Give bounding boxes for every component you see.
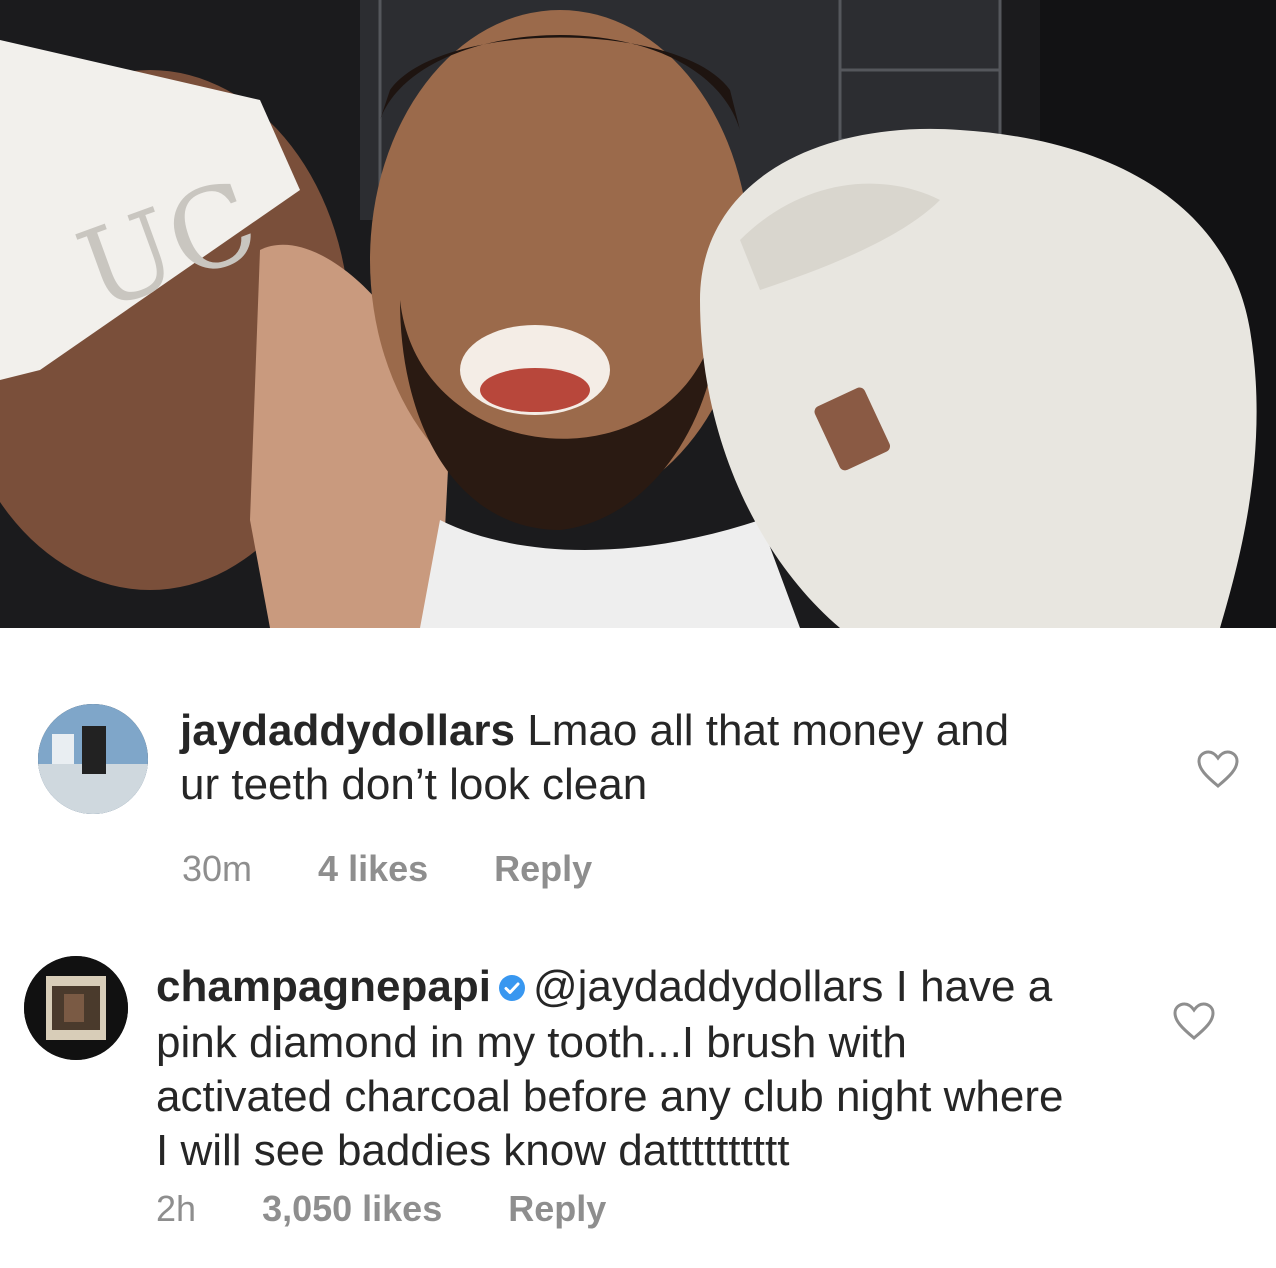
verified-badge-icon <box>497 962 527 1016</box>
comment-body-line: ur teeth don’t look clean <box>180 760 648 809</box>
avatar[interactable] <box>38 704 148 814</box>
comment-likes[interactable]: 4 likes <box>318 848 428 889</box>
comment-likes[interactable]: 3,050 likes <box>262 1188 442 1229</box>
comment-meta: 30m 4 likes Reply <box>182 848 648 890</box>
avatar[interactable] <box>24 956 128 1060</box>
comment-body-line: I will see baddies know datttttttttt <box>156 1126 790 1176</box>
comment-body-line: I have a <box>895 962 1053 1011</box>
comment-time: 30m <box>182 848 253 889</box>
comment-item: champagnepapi @jaydaddydollars I have a p… <box>0 928 1276 1268</box>
comment-text: jaydaddydollars Lmao all that money and … <box>180 704 1009 812</box>
comment-text: champagnepapi @jaydaddydollars I have a p… <box>156 960 1063 1178</box>
comment-body-line: Lmao all that money and <box>527 706 1010 755</box>
reply-button[interactable]: Reply <box>508 1188 606 1229</box>
comment-mention[interactable]: @jaydaddydollars <box>533 962 883 1011</box>
post-image: UC <box>0 0 1276 628</box>
comment-username[interactable]: champagnepapi <box>156 962 491 1011</box>
comment-item: jaydaddydollars Lmao all that money and … <box>0 628 1276 928</box>
comment-body-line: activated charcoal before any club night… <box>156 1072 1064 1122</box>
comment-body-line: pink diamond in my tooth...I brush with <box>156 1018 907 1068</box>
reply-button[interactable]: Reply <box>494 848 592 889</box>
comment-username[interactable]: jaydaddydollars <box>180 706 515 755</box>
heart-outline-icon[interactable] <box>1172 1002 1216 1047</box>
comment-time: 2h <box>156 1188 197 1229</box>
comment-meta: 2h 3,050 likes Reply <box>156 1188 662 1230</box>
heart-outline-icon[interactable] <box>1196 750 1240 795</box>
